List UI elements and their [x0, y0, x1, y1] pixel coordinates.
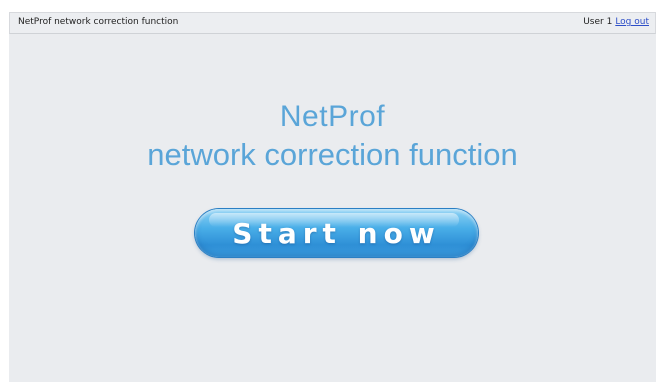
- top-bar: NetProf network correction function User…: [9, 12, 656, 34]
- start-now-label: Start now: [232, 216, 441, 250]
- user-area: User 1 Log out: [583, 17, 649, 27]
- hero-subtitle: network correction function: [147, 137, 518, 172]
- app-title: NetProf network correction function: [18, 17, 179, 27]
- user-name: User 1: [583, 17, 613, 27]
- logout-link[interactable]: Log out: [615, 17, 649, 27]
- app-window: NetProf network correction function User…: [9, 12, 656, 382]
- start-now-button[interactable]: Start now: [195, 209, 478, 257]
- hero-title: NetProf: [279, 100, 386, 133]
